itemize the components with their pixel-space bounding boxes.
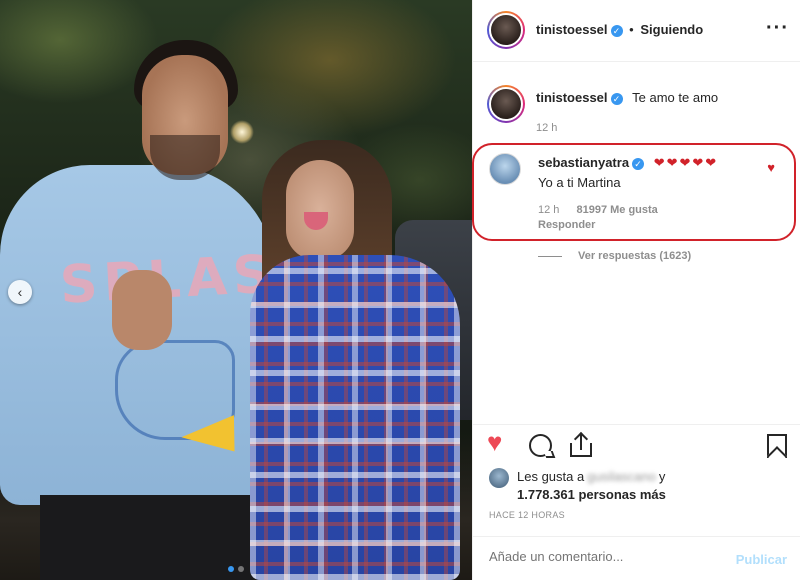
highlight-comment-outline [472, 143, 796, 241]
caption-time: 12 h [536, 122, 558, 134]
caption-author-avatar[interactable] [487, 85, 525, 123]
publish-button[interactable]: Publicar [736, 552, 787, 567]
photo-street-lamp [230, 120, 254, 144]
likes-suffix: y [658, 469, 666, 484]
view-replies-button[interactable]: Ver respuestas (1623) [538, 250, 691, 262]
share-icon[interactable] [568, 431, 594, 459]
carousel-prev-button[interactable]: ‹ [8, 280, 32, 304]
liker-avatar[interactable] [489, 468, 509, 488]
view-replies-line [538, 255, 562, 257]
caption-text: Te amo te amo [632, 90, 719, 105]
bookmark-icon[interactable] [767, 433, 787, 466]
verified-badge-icon: ✓ [610, 92, 623, 105]
post-header: tinistoessel ✓ • Siguiendo ··· [473, 0, 800, 62]
carousel-dots [0, 566, 472, 572]
post-actions-bar: ♥ [473, 424, 800, 468]
header-separator: • [629, 22, 634, 37]
photo-woman-plaid-jacket [250, 255, 460, 580]
photo-man-hand [112, 270, 172, 350]
author-avatar[interactable] [487, 11, 525, 49]
caption-author-username[interactable]: tinistoessel [536, 90, 608, 105]
follow-status-button[interactable]: Siguiendo [640, 22, 703, 37]
carousel-dot [238, 566, 244, 572]
view-replies-label: Ver respuestas (1623) [578, 250, 692, 262]
more-horizontal-icon[interactable]: ··· [766, 18, 789, 38]
post-photo[interactable]: SPLASH ‹ [0, 0, 472, 580]
photo-woman-face [286, 160, 354, 260]
carousel-dot-active [228, 566, 234, 572]
post-sidebar: tinistoessel ✓ • Siguiendo ··· tinistoess… [472, 0, 800, 580]
like-heart-icon[interactable]: ♥ [487, 429, 513, 455]
comment-input[interactable] [489, 549, 719, 564]
liker-username-blurred[interactable]: gusilascano [587, 469, 656, 484]
verified-badge-icon: ✓ [610, 24, 623, 37]
likes-count[interactable]: 1.778.361 personas más [517, 487, 666, 502]
author-username[interactable]: tinistoessel [536, 22, 608, 37]
add-comment-bar: Publicar [473, 536, 800, 580]
likes-prefix: Les gusta a [517, 469, 585, 484]
post-timestamp[interactable]: HACE 12 HORAS [489, 510, 565, 520]
comment-icon[interactable] [528, 433, 556, 459]
